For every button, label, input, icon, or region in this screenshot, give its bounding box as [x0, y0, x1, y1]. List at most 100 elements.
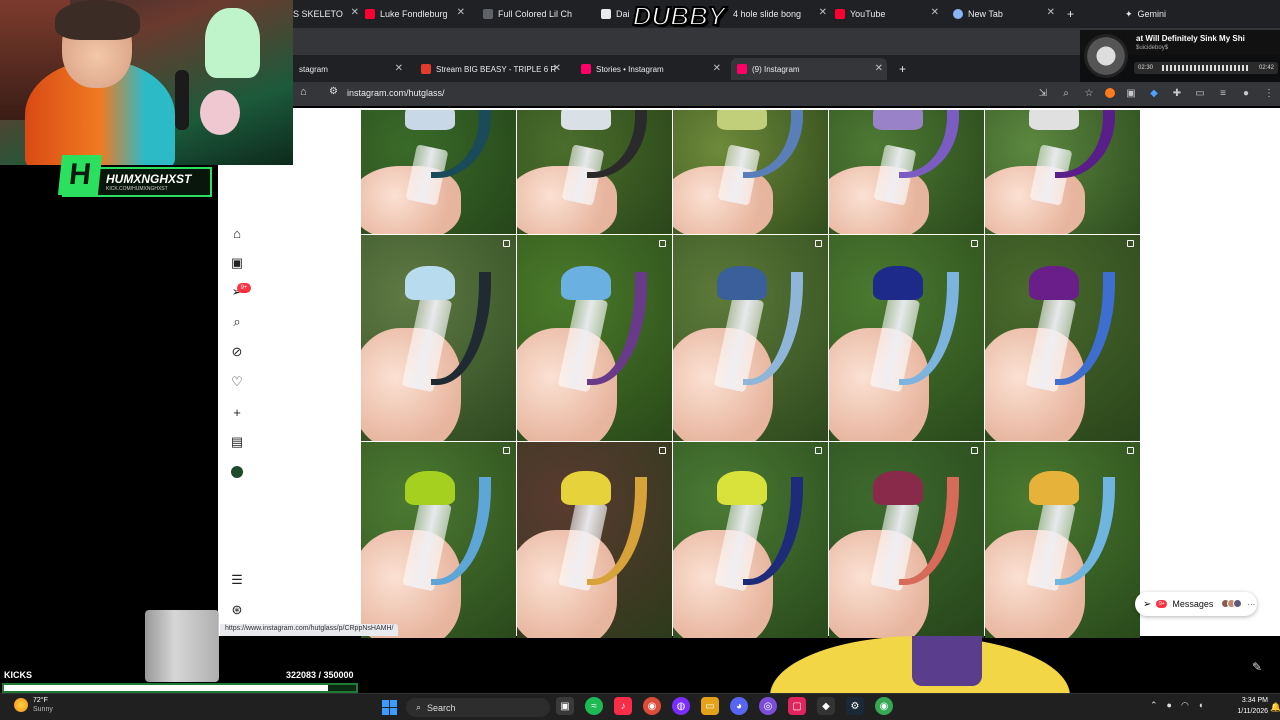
- post-thumbnail[interactable]: [829, 442, 984, 638]
- folder-icon[interactable]: ▭: [701, 697, 719, 715]
- post-thumbnail[interactable]: [829, 110, 984, 234]
- volume-icon[interactable]: ◖: [1198, 700, 1203, 711]
- chrome-icon[interactable]: ◉: [643, 697, 661, 715]
- post-thumbnail[interactable]: [361, 442, 516, 638]
- close-icon[interactable]: ✕: [395, 63, 403, 74]
- post-thumbnail[interactable]: [985, 110, 1140, 234]
- waveform: [1162, 65, 1250, 71]
- track-artist: $uicideboy$: [1136, 45, 1169, 51]
- home-icon[interactable]: ⌂: [229, 225, 245, 241]
- profile-post-grid: [361, 110, 1140, 638]
- webcam-feed: [0, 0, 293, 165]
- top-tab-1[interactable]: S SKELETO ✕: [293, 4, 359, 24]
- close-icon[interactable]: ✕: [713, 63, 721, 74]
- url-field[interactable]: instagram.com/hutglass/: [347, 88, 445, 98]
- new-tab-button[interactable]: +: [893, 58, 913, 80]
- menu-icon[interactable]: ☰: [229, 572, 245, 588]
- post-thumbnail[interactable]: [517, 235, 672, 441]
- bookmark-star-icon[interactable]: ☆: [1082, 86, 1096, 100]
- post-thumbnail[interactable]: [673, 235, 828, 441]
- taskbar-search[interactable]: ⌕ Search: [406, 698, 550, 717]
- tab-instagram-active[interactable]: (9) Instagram ✕: [731, 58, 887, 80]
- site-info-icon[interactable]: ⚙: [329, 86, 338, 97]
- wifi-icon[interactable]: ◠: [1181, 700, 1189, 711]
- tab-instagram-partial[interactable]: stagram ✕: [293, 58, 407, 80]
- pencil-icon[interactable]: ✎: [1252, 660, 1262, 674]
- post-thumbnail[interactable]: [517, 442, 672, 638]
- profile-avatar-icon[interactable]: [229, 464, 245, 480]
- more-icon[interactable]: ⋯: [1247, 600, 1255, 609]
- gemini-button[interactable]: ✦ Gemini: [1125, 4, 1195, 24]
- discord-icon[interactable]: ◕: [730, 697, 748, 715]
- top-tab-2[interactable]: Luke Fondleburg ✕: [365, 4, 465, 24]
- instagram-favicon-icon: [581, 64, 591, 74]
- zoom-icon[interactable]: ⌕: [1059, 86, 1073, 100]
- heart-icon[interactable]: ♡: [229, 374, 245, 390]
- top-tab-5[interactable]: 4 hole slide bong ✕: [733, 4, 827, 24]
- extension-icon[interactable]: ◆: [1147, 86, 1161, 100]
- messages-button[interactable]: ➢ 9+ Messages ⋯: [1135, 592, 1257, 616]
- close-icon[interactable]: ✕: [1047, 7, 1055, 18]
- logo-mark-icon: H: [57, 155, 103, 195]
- taskbar-clock[interactable]: 3:34 PM 1/11/2026: [1228, 695, 1268, 717]
- post-thumbnail[interactable]: [829, 235, 984, 441]
- reels-icon[interactable]: ▣: [229, 255, 245, 271]
- post-thumbnail[interactable]: [361, 235, 516, 441]
- windows-start-icon[interactable]: [382, 700, 397, 715]
- now-playing-widget: at Will Definitely Sink My Shi $uicidebo…: [1080, 30, 1280, 82]
- post-thumbnail[interactable]: [673, 110, 828, 234]
- steam-icon[interactable]: ⚙: [846, 697, 864, 715]
- insights-icon[interactable]: ▤: [229, 434, 245, 450]
- close-icon[interactable]: ✕: [457, 7, 465, 18]
- microphone: [175, 70, 189, 130]
- weather-widget[interactable]: 72°F Sunny: [14, 696, 53, 714]
- tab-stream[interactable]: Stream BIG BEASY - TRIPLE 6 R ✕: [415, 58, 565, 80]
- new-tab-button[interactable]: +: [1067, 4, 1081, 24]
- page-favicon-icon: [601, 9, 611, 19]
- more-icon[interactable]: ⋮: [1262, 86, 1276, 100]
- app-icon[interactable]: ◍: [672, 697, 690, 715]
- top-browser-tabstrip: S SKELETO ✕ Luke Fondleburg ✕ Full Color…: [293, 0, 1280, 28]
- close-icon[interactable]: ✕: [819, 7, 827, 18]
- install-icon[interactable]: ⇲: [1036, 86, 1050, 100]
- profile-icon[interactable]: ●: [1239, 86, 1253, 100]
- app-icon[interactable]: ▢: [788, 697, 806, 715]
- explore-icon[interactable]: ⊘: [229, 344, 245, 360]
- task-view-icon[interactable]: ▣: [556, 697, 574, 715]
- chevron-up-icon[interactable]: ⌃: [1150, 700, 1158, 711]
- spotify-icon[interactable]: ≈: [585, 697, 603, 715]
- extension-icon[interactable]: [1105, 88, 1115, 98]
- obs-icon[interactable]: ◎: [759, 697, 777, 715]
- app-icon[interactable]: ◆: [817, 697, 835, 715]
- tab-stories[interactable]: Stories • Instagram ✕: [575, 58, 725, 80]
- tab-label: Stream BIG BEASY - TRIPLE 6 R: [436, 64, 557, 74]
- youtube-favicon-icon: [365, 9, 375, 19]
- windows-taskbar: 72°F Sunny ⌕ Search ▣ ≈ ♪ ◉ ◍ ▭ ◕ ◎ ▢ ◆ …: [0, 693, 1280, 720]
- top-tab-4[interactable]: Dai: [601, 4, 633, 24]
- chrome-icon[interactable]: ◉: [875, 697, 893, 715]
- close-icon[interactable]: ✕: [875, 63, 883, 74]
- threads-icon[interactable]: ⊛: [229, 602, 245, 618]
- post-thumbnail[interactable]: [673, 442, 828, 638]
- puzzle-icon[interactable]: ✚: [1170, 86, 1184, 100]
- microphone-icon[interactable]: ●: [1167, 700, 1172, 711]
- post-thumbnail[interactable]: [517, 110, 672, 234]
- top-tab-6[interactable]: YouTube ✕: [835, 4, 939, 24]
- close-icon[interactable]: ✕: [931, 7, 939, 18]
- create-icon[interactable]: +: [229, 404, 245, 420]
- home-icon[interactable]: ⌂: [300, 86, 307, 98]
- search-icon[interactable]: ⌕: [229, 314, 245, 330]
- music-icon[interactable]: ♪: [614, 697, 632, 715]
- notification-bell-icon[interactable]: 🔔: [1270, 702, 1280, 713]
- top-tab-3[interactable]: Full Colored Lil Ch: [483, 4, 591, 24]
- top-tab-7[interactable]: New Tab ✕: [953, 4, 1055, 24]
- extension-icon[interactable]: ▣: [1124, 86, 1138, 100]
- post-thumbnail[interactable]: [361, 110, 516, 234]
- close-icon[interactable]: ✕: [553, 63, 561, 74]
- media-icon[interactable]: ≡: [1216, 86, 1230, 100]
- post-thumbnail[interactable]: [985, 442, 1140, 638]
- close-icon[interactable]: ✕: [351, 7, 359, 18]
- glass-bowl-image: [1029, 265, 1079, 300]
- post-thumbnail[interactable]: [985, 235, 1140, 441]
- sidebar-icon[interactable]: ▭: [1193, 86, 1207, 100]
